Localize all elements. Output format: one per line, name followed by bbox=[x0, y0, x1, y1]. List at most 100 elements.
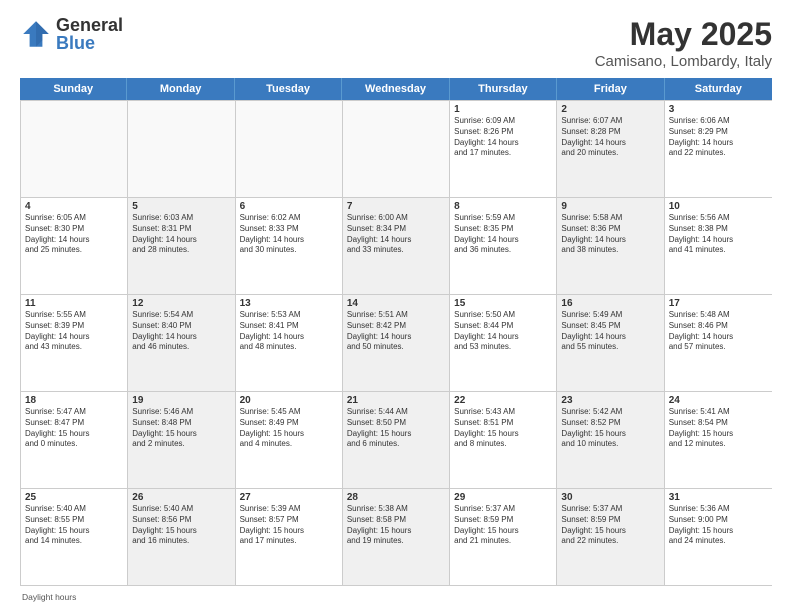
day-cell-13: 13Sunrise: 5:53 AM Sunset: 8:41 PM Dayli… bbox=[236, 295, 343, 391]
day-number-21: 21 bbox=[347, 395, 445, 406]
header-day-tuesday: Tuesday bbox=[235, 78, 342, 100]
day-text-14: Sunrise: 5:51 AM Sunset: 8:42 PM Dayligh… bbox=[347, 310, 445, 353]
day-cell-31: 31Sunrise: 5:36 AM Sunset: 9:00 PM Dayli… bbox=[665, 489, 772, 585]
day-text-10: Sunrise: 5:56 AM Sunset: 8:38 PM Dayligh… bbox=[669, 213, 768, 256]
day-cell-21: 21Sunrise: 5:44 AM Sunset: 8:50 PM Dayli… bbox=[343, 392, 450, 488]
header-day-wednesday: Wednesday bbox=[342, 78, 449, 100]
day-number-14: 14 bbox=[347, 298, 445, 309]
day-number-27: 27 bbox=[240, 492, 338, 503]
header-day-thursday: Thursday bbox=[450, 78, 557, 100]
daylight-note: Daylight hours bbox=[20, 592, 772, 602]
day-cell-16: 16Sunrise: 5:49 AM Sunset: 8:45 PM Dayli… bbox=[557, 295, 664, 391]
logo-blue: Blue bbox=[56, 34, 123, 52]
day-number-1: 1 bbox=[454, 104, 552, 115]
day-cell-24: 24Sunrise: 5:41 AM Sunset: 8:54 PM Dayli… bbox=[665, 392, 772, 488]
logo-general: General bbox=[56, 16, 123, 34]
day-text-25: Sunrise: 5:40 AM Sunset: 8:55 PM Dayligh… bbox=[25, 504, 123, 547]
day-number-11: 11 bbox=[25, 298, 123, 309]
day-text-28: Sunrise: 5:38 AM Sunset: 8:58 PM Dayligh… bbox=[347, 504, 445, 547]
day-cell-11: 11Sunrise: 5:55 AM Sunset: 8:39 PM Dayli… bbox=[21, 295, 128, 391]
day-number-15: 15 bbox=[454, 298, 552, 309]
day-text-7: Sunrise: 6:00 AM Sunset: 8:34 PM Dayligh… bbox=[347, 213, 445, 256]
day-number-23: 23 bbox=[561, 395, 659, 406]
day-number-17: 17 bbox=[669, 298, 768, 309]
page: General Blue May 2025 Camisano, Lombardy… bbox=[0, 0, 792, 612]
day-number-25: 25 bbox=[25, 492, 123, 503]
day-number-6: 6 bbox=[240, 201, 338, 212]
week-row-4: 18Sunrise: 5:47 AM Sunset: 8:47 PM Dayli… bbox=[21, 391, 772, 488]
header-day-sunday: Sunday bbox=[20, 78, 127, 100]
day-cell-5: 5Sunrise: 6:03 AM Sunset: 8:31 PM Daylig… bbox=[128, 198, 235, 294]
calendar-body: 1Sunrise: 6:09 AM Sunset: 8:26 PM Daylig… bbox=[20, 100, 772, 586]
day-text-26: Sunrise: 5:40 AM Sunset: 8:56 PM Dayligh… bbox=[132, 504, 230, 547]
day-number-30: 30 bbox=[561, 492, 659, 503]
day-number-19: 19 bbox=[132, 395, 230, 406]
day-cell-20: 20Sunrise: 5:45 AM Sunset: 8:49 PM Dayli… bbox=[236, 392, 343, 488]
week-row-1: 1Sunrise: 6:09 AM Sunset: 8:26 PM Daylig… bbox=[21, 100, 772, 197]
day-text-5: Sunrise: 6:03 AM Sunset: 8:31 PM Dayligh… bbox=[132, 213, 230, 256]
day-number-2: 2 bbox=[561, 104, 659, 115]
header-day-saturday: Saturday bbox=[665, 78, 772, 100]
day-text-27: Sunrise: 5:39 AM Sunset: 8:57 PM Dayligh… bbox=[240, 504, 338, 547]
day-text-13: Sunrise: 5:53 AM Sunset: 8:41 PM Dayligh… bbox=[240, 310, 338, 353]
week-row-3: 11Sunrise: 5:55 AM Sunset: 8:39 PM Dayli… bbox=[21, 294, 772, 391]
day-cell-30: 30Sunrise: 5:37 AM Sunset: 8:59 PM Dayli… bbox=[557, 489, 664, 585]
day-cell-17: 17Sunrise: 5:48 AM Sunset: 8:46 PM Dayli… bbox=[665, 295, 772, 391]
day-text-20: Sunrise: 5:45 AM Sunset: 8:49 PM Dayligh… bbox=[240, 407, 338, 450]
day-cell-25: 25Sunrise: 5:40 AM Sunset: 8:55 PM Dayli… bbox=[21, 489, 128, 585]
day-text-2: Sunrise: 6:07 AM Sunset: 8:28 PM Dayligh… bbox=[561, 116, 659, 159]
title-block: May 2025 Camisano, Lombardy, Italy bbox=[595, 16, 772, 70]
day-text-16: Sunrise: 5:49 AM Sunset: 8:45 PM Dayligh… bbox=[561, 310, 659, 353]
day-number-28: 28 bbox=[347, 492, 445, 503]
day-text-24: Sunrise: 5:41 AM Sunset: 8:54 PM Dayligh… bbox=[669, 407, 768, 450]
day-cell-3: 3Sunrise: 6:06 AM Sunset: 8:29 PM Daylig… bbox=[665, 101, 772, 197]
day-cell-6: 6Sunrise: 6:02 AM Sunset: 8:33 PM Daylig… bbox=[236, 198, 343, 294]
day-number-20: 20 bbox=[240, 395, 338, 406]
day-text-18: Sunrise: 5:47 AM Sunset: 8:47 PM Dayligh… bbox=[25, 407, 123, 450]
header-day-friday: Friday bbox=[557, 78, 664, 100]
day-number-9: 9 bbox=[561, 201, 659, 212]
day-number-4: 4 bbox=[25, 201, 123, 212]
day-cell-2: 2Sunrise: 6:07 AM Sunset: 8:28 PM Daylig… bbox=[557, 101, 664, 197]
day-cell-8: 8Sunrise: 5:59 AM Sunset: 8:35 PM Daylig… bbox=[450, 198, 557, 294]
day-text-12: Sunrise: 5:54 AM Sunset: 8:40 PM Dayligh… bbox=[132, 310, 230, 353]
day-cell-1: 1Sunrise: 6:09 AM Sunset: 8:26 PM Daylig… bbox=[450, 101, 557, 197]
day-text-23: Sunrise: 5:42 AM Sunset: 8:52 PM Dayligh… bbox=[561, 407, 659, 450]
day-cell-12: 12Sunrise: 5:54 AM Sunset: 8:40 PM Dayli… bbox=[128, 295, 235, 391]
day-cell-4: 4Sunrise: 6:05 AM Sunset: 8:30 PM Daylig… bbox=[21, 198, 128, 294]
title-month: May 2025 bbox=[595, 16, 772, 53]
day-number-7: 7 bbox=[347, 201, 445, 212]
day-text-22: Sunrise: 5:43 AM Sunset: 8:51 PM Dayligh… bbox=[454, 407, 552, 450]
day-text-31: Sunrise: 5:36 AM Sunset: 9:00 PM Dayligh… bbox=[669, 504, 768, 547]
empty-cell bbox=[343, 101, 450, 197]
day-text-4: Sunrise: 6:05 AM Sunset: 8:30 PM Dayligh… bbox=[25, 213, 123, 256]
day-number-5: 5 bbox=[132, 201, 230, 212]
week-row-2: 4Sunrise: 6:05 AM Sunset: 8:30 PM Daylig… bbox=[21, 197, 772, 294]
day-number-26: 26 bbox=[132, 492, 230, 503]
day-text-6: Sunrise: 6:02 AM Sunset: 8:33 PM Dayligh… bbox=[240, 213, 338, 256]
title-location: Camisano, Lombardy, Italy bbox=[595, 53, 772, 70]
day-cell-18: 18Sunrise: 5:47 AM Sunset: 8:47 PM Dayli… bbox=[21, 392, 128, 488]
day-cell-19: 19Sunrise: 5:46 AM Sunset: 8:48 PM Dayli… bbox=[128, 392, 235, 488]
logo-icon bbox=[20, 18, 52, 50]
day-number-31: 31 bbox=[669, 492, 768, 503]
day-cell-27: 27Sunrise: 5:39 AM Sunset: 8:57 PM Dayli… bbox=[236, 489, 343, 585]
day-cell-22: 22Sunrise: 5:43 AM Sunset: 8:51 PM Dayli… bbox=[450, 392, 557, 488]
day-number-16: 16 bbox=[561, 298, 659, 309]
day-cell-28: 28Sunrise: 5:38 AM Sunset: 8:58 PM Dayli… bbox=[343, 489, 450, 585]
calendar: SundayMondayTuesdayWednesdayThursdayFrid… bbox=[20, 78, 772, 586]
day-cell-10: 10Sunrise: 5:56 AM Sunset: 8:38 PM Dayli… bbox=[665, 198, 772, 294]
empty-cell bbox=[128, 101, 235, 197]
day-text-19: Sunrise: 5:46 AM Sunset: 8:48 PM Dayligh… bbox=[132, 407, 230, 450]
day-number-24: 24 bbox=[669, 395, 768, 406]
logo-text: General Blue bbox=[56, 16, 123, 52]
day-number-22: 22 bbox=[454, 395, 552, 406]
day-text-3: Sunrise: 6:06 AM Sunset: 8:29 PM Dayligh… bbox=[669, 116, 768, 159]
day-cell-15: 15Sunrise: 5:50 AM Sunset: 8:44 PM Dayli… bbox=[450, 295, 557, 391]
day-text-8: Sunrise: 5:59 AM Sunset: 8:35 PM Dayligh… bbox=[454, 213, 552, 256]
day-cell-26: 26Sunrise: 5:40 AM Sunset: 8:56 PM Dayli… bbox=[128, 489, 235, 585]
day-text-29: Sunrise: 5:37 AM Sunset: 8:59 PM Dayligh… bbox=[454, 504, 552, 547]
week-row-5: 25Sunrise: 5:40 AM Sunset: 8:55 PM Dayli… bbox=[21, 488, 772, 585]
day-cell-9: 9Sunrise: 5:58 AM Sunset: 8:36 PM Daylig… bbox=[557, 198, 664, 294]
calendar-header: SundayMondayTuesdayWednesdayThursdayFrid… bbox=[20, 78, 772, 100]
